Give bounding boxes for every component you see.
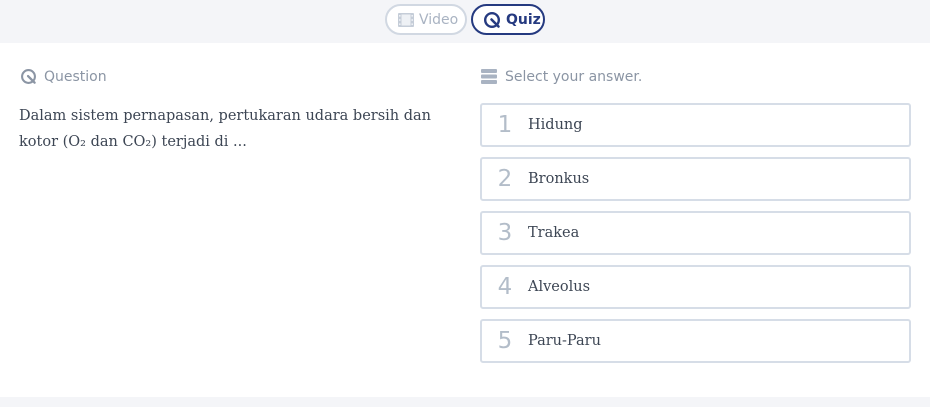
film-icon	[397, 11, 415, 29]
answer-label: Paru-Paru	[528, 333, 601, 349]
question-header: Question	[20, 68, 107, 85]
top-bar: Video Quiz	[0, 0, 930, 43]
quiz-icon	[483, 11, 501, 29]
list-icon	[481, 68, 497, 85]
answer-label: Trakea	[528, 225, 580, 241]
bottom-bar	[0, 397, 930, 407]
answer-label: Bronkus	[528, 171, 590, 187]
answer-list: 1 Hidung 2 Bronkus 3 Trakea 4 Alveolus 5…	[480, 103, 911, 373]
tab-quiz-label: Quiz	[506, 11, 541, 28]
tab-quiz[interactable]: Quiz	[471, 4, 545, 35]
answer-number: 4	[497, 274, 513, 300]
answer-header-label: Select your answer.	[505, 68, 643, 85]
tab-video-label: Video	[419, 11, 459, 28]
answer-option-5[interactable]: 5 Paru-Paru	[480, 319, 911, 363]
answer-number: 5	[497, 328, 513, 354]
question-header-label: Question	[44, 68, 107, 85]
answer-label: Alveolus	[528, 279, 591, 295]
answer-option-1[interactable]: 1 Hidung	[480, 103, 911, 147]
quiz-content: Question Dalam sistem pernapasan, pertuk…	[0, 43, 930, 397]
answer-number: 3	[497, 220, 513, 246]
question-text: Dalam sistem pernapasan, pertukaran udar…	[19, 108, 431, 150]
tab-video[interactable]: Video	[385, 4, 467, 35]
quiz-icon	[20, 68, 37, 85]
answer-option-2[interactable]: 2 Bronkus	[480, 157, 911, 201]
answer-header: Select your answer.	[481, 68, 642, 85]
answer-option-3[interactable]: 3 Trakea	[480, 211, 911, 255]
answer-label: Hidung	[528, 117, 583, 133]
answer-option-4[interactable]: 4 Alveolus	[480, 265, 911, 309]
answer-number: 1	[497, 112, 513, 138]
answer-number: 2	[497, 166, 513, 192]
